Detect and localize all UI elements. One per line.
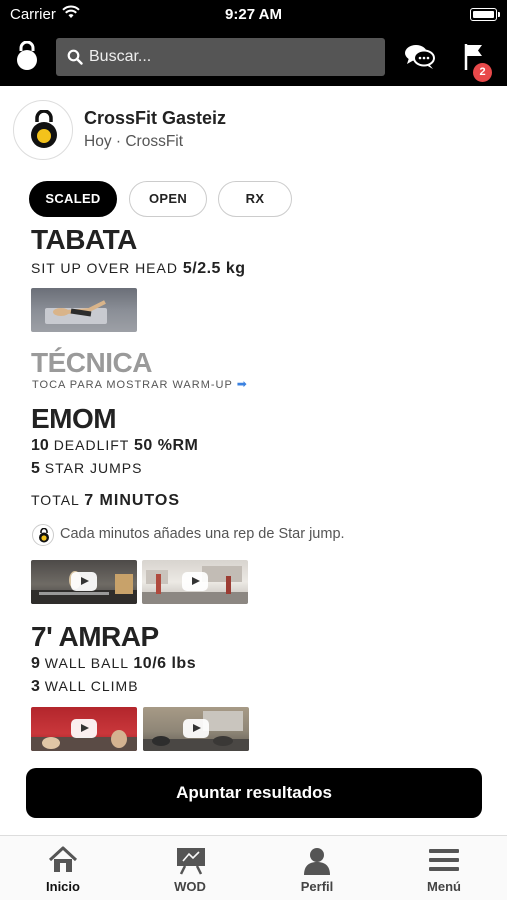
- emom-exercise-line: 10 DEADLIFT 50 %RM: [31, 437, 198, 455]
- box-subtitle: Hoy · CrossFit: [84, 133, 184, 150]
- search-icon: [67, 49, 83, 65]
- exercise-reps: 9: [31, 655, 40, 672]
- tab-inicio[interactable]: Inicio: [0, 836, 126, 900]
- search-placeholder: Buscar...: [89, 48, 152, 65]
- exercise-name: WALL BALL: [44, 655, 129, 671]
- arrow-right-icon: ➡: [236, 377, 248, 391]
- clock: 9:27 AM: [225, 6, 282, 23]
- exercise-load: 50 %RM: [134, 437, 199, 454]
- tab-label: Inicio: [46, 879, 80, 894]
- tab-menu[interactable]: Menú: [381, 836, 507, 900]
- log-results-button[interactable]: Apuntar resultados: [26, 768, 482, 818]
- play-icon: [71, 719, 97, 738]
- exercise-weight: 5/2.5 kg: [182, 260, 246, 277]
- exercise-reps: 10: [31, 437, 49, 454]
- crossfit-gasteiz-logo-icon: [31, 110, 57, 148]
- video-thumbnail[interactable]: [142, 560, 248, 604]
- bottom-tab-bar: Inicio WOD Perfil Menú: [0, 835, 507, 900]
- video-thumbnail[interactable]: [143, 707, 249, 751]
- tab-perfil[interactable]: Perfil: [254, 836, 380, 900]
- section-title-tabata: TABATA: [31, 224, 137, 255]
- section-title-tecnica[interactable]: TÉCNICA: [31, 347, 152, 379]
- show-warmup-link[interactable]: TOCA PARA MOSTRAR WARM-UP ➡: [32, 377, 248, 391]
- level-tab-scaled[interactable]: SCALED: [29, 181, 117, 217]
- exercise-name: STAR JUMPS: [44, 460, 143, 476]
- exercise-reps: 5: [31, 460, 40, 477]
- tab-label: WOD: [174, 879, 206, 894]
- person-icon: [304, 848, 330, 875]
- amrap-exercise-line: 3 WALL CLIMB: [31, 678, 139, 696]
- top-navbar: Buscar... 2: [0, 30, 507, 86]
- amrap-exercise-line: 9 WALL BALL 10/6 lbs: [31, 655, 196, 673]
- emom-total-line: TOTAL 7 MINUTOS: [31, 492, 180, 510]
- section-title-amrap: 7' AMRAP: [31, 621, 159, 652]
- search-input[interactable]: Buscar...: [56, 38, 385, 76]
- box-name[interactable]: CrossFit Gasteiz: [84, 108, 226, 129]
- battery-icon: [470, 8, 500, 21]
- video-thumbnail[interactable]: [31, 288, 137, 332]
- emom-exercise-line: 5 STAR JUMPS: [31, 460, 142, 478]
- chat-icon[interactable]: [404, 43, 436, 71]
- exercise-reps: 3: [31, 678, 40, 695]
- athlete-situp-image: [45, 300, 107, 324]
- coach-note: Cada minutos añades una rep de Star jump…: [60, 526, 345, 542]
- total-value: 7 MINUTOS: [84, 492, 181, 509]
- level-tab-open[interactable]: OPEN: [129, 181, 207, 217]
- tab-wod[interactable]: WOD: [127, 836, 253, 900]
- play-icon: [182, 572, 208, 591]
- exercise-name: SIT UP OVER HEAD: [31, 260, 178, 276]
- box-avatar[interactable]: [13, 100, 73, 160]
- play-icon: [183, 719, 209, 738]
- section-title-emom: EMOM: [31, 403, 117, 434]
- whiteboard-icon: [177, 848, 205, 875]
- home-icon: [48, 846, 78, 872]
- notifications-badge: 2: [473, 63, 492, 82]
- exercise-load: 10/6 lbs: [133, 655, 197, 672]
- status-bar: Carrier 9:27 AM: [0, 0, 507, 30]
- kettlebell-logo-icon[interactable]: [14, 41, 40, 71]
- level-tab-rx[interactable]: RX: [218, 181, 292, 217]
- total-label: TOTAL: [31, 492, 80, 508]
- coach-note-icon: [32, 524, 54, 546]
- play-icon: [71, 572, 97, 591]
- tabata-exercise-line: SIT UP OVER HEAD 5/2.5 kg: [31, 260, 246, 278]
- warmup-label: TOCA PARA MOSTRAR WARM-UP: [32, 379, 233, 391]
- exercise-name: WALL CLIMB: [44, 678, 139, 694]
- exercise-name: DEADLIFT: [53, 437, 130, 453]
- tab-label: Perfil: [300, 879, 334, 894]
- video-thumbnail[interactable]: [31, 707, 137, 751]
- hamburger-icon: [429, 849, 459, 871]
- tab-label: Menú: [427, 879, 461, 894]
- video-thumbnail[interactable]: [31, 560, 137, 604]
